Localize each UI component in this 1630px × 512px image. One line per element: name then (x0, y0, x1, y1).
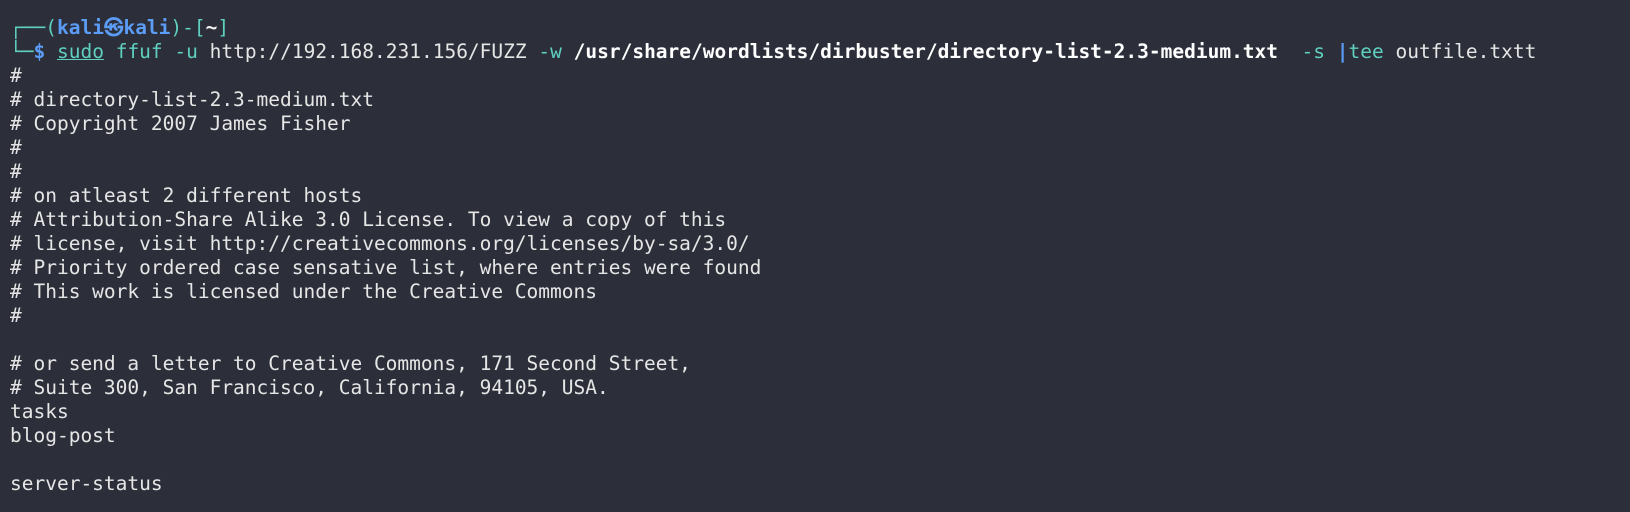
command-program: ffuf (115, 40, 163, 63)
output-line: # Attribution-Share Alike 3.0 License. T… (10, 208, 727, 231)
prompt-frame-second: └─ (10, 40, 34, 63)
output-line: # (10, 136, 22, 159)
output-line: # (10, 64, 22, 87)
prompt-frame-mid: )-[ (170, 16, 206, 39)
prompt-line: ┌──(kali㉿kali)-[~] (10, 16, 1630, 40)
command-wordlist-path: /usr/share/wordlists/dirbuster/directory… (573, 40, 1279, 63)
output-line: server-status (10, 472, 163, 495)
output-line: # Suite 300, San Francisco, California, … (10, 376, 609, 399)
command-outfile: outfile.txtt (1395, 40, 1537, 63)
output-line: # on atleast 2 different hosts (10, 184, 363, 207)
output-line: blog-post (10, 424, 116, 447)
prompt-user: kali (56, 16, 104, 39)
prompt-at-symbol: ㉿ (103, 16, 124, 39)
output-line: # or send a letter to Creative Commons, … (10, 352, 691, 375)
output-line: # directory-list-2.3-medium.txt (10, 88, 374, 111)
output-block: # # directory-list-2.3-medium.txt # Copy… (10, 64, 1630, 496)
prompt-frame-close: ] (217, 16, 230, 39)
output-line: # license, visit http://creativecommons.… (10, 232, 750, 255)
command-line[interactable]: └─$ sudo ffuf -u http://192.168.231.156/… (10, 40, 1630, 64)
prompt-host: kali (123, 16, 171, 39)
command-pipe: | (1336, 40, 1349, 63)
output-line: # (10, 304, 22, 327)
command-url: http://192.168.231.156/FUZZ (209, 40, 527, 63)
output-line: # (10, 160, 22, 183)
output-line: # This work is licensed under the Creati… (10, 280, 597, 303)
command-tee: tee (1348, 40, 1384, 63)
command-sudo: sudo (56, 40, 104, 63)
output-line: # Copyright 2007 James Fisher (10, 112, 351, 135)
output-line: # Priority ordered case sensative list, … (10, 256, 762, 279)
command-flag-u: -u (174, 40, 198, 63)
command-flag-s: -s (1301, 40, 1325, 63)
prompt-dollar: $ (33, 40, 46, 63)
prompt-frame-open: ┌──( (10, 16, 57, 39)
output-line: tasks (10, 400, 69, 423)
terminal-window[interactable]: ┌──(kali㉿kali)-[~] └─$ sudo ffuf -u http… (0, 0, 1630, 512)
prompt-directory: ~ (205, 16, 218, 39)
command-flag-w: -w (538, 40, 562, 63)
